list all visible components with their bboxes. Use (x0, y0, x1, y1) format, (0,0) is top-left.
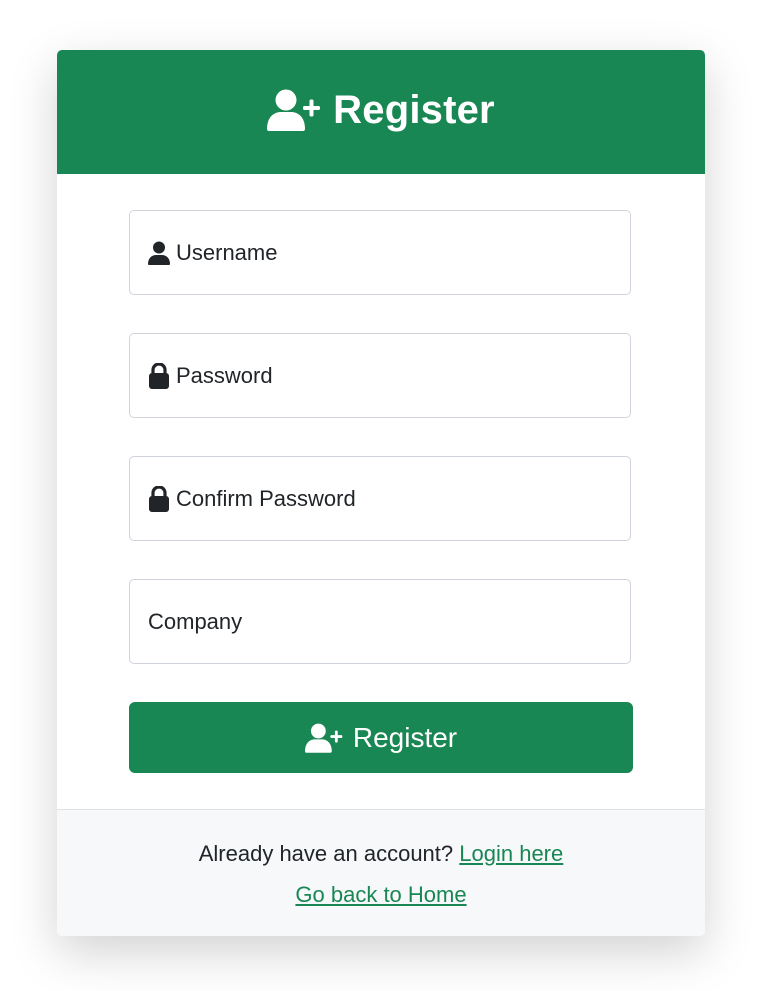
username-field[interactable]: Username (129, 210, 631, 295)
register-button[interactable]: Register (129, 702, 633, 773)
home-link-line: Go back to Home (57, 882, 705, 908)
home-link[interactable]: Go back to Home (295, 882, 466, 907)
page-title: Register (333, 87, 495, 132)
company-label: Company (148, 608, 243, 634)
header-title-group: Register (267, 88, 495, 133)
register-button-label: Register (352, 721, 458, 753)
login-prompt-text: Already have an account? (198, 841, 454, 866)
user-icon (148, 241, 170, 265)
confirm-password-label: Confirm Password (176, 485, 356, 511)
user-plus-icon (304, 723, 343, 753)
user-plus-icon (267, 89, 321, 131)
password-field[interactable]: Password (129, 333, 631, 418)
card-body: Username Password Confirm Password Compa… (57, 174, 705, 809)
username-label: Username (176, 239, 278, 265)
login-prompt-line: Already have an account? Login here (57, 841, 705, 867)
lock-icon (148, 362, 170, 389)
password-label: Password (176, 362, 273, 388)
password-placeholder: Password (148, 362, 273, 389)
company-placeholder: Company (148, 609, 242, 635)
username-placeholder: Username (148, 240, 277, 266)
card-header: Register (57, 50, 705, 174)
card-footer: Already have an account? Login here Go b… (57, 809, 705, 936)
register-card: Register Username Password Confirm Passw… (57, 50, 705, 936)
login-link[interactable]: Login here (459, 841, 563, 866)
confirm-password-field[interactable]: Confirm Password (129, 456, 631, 541)
company-field[interactable]: Company (129, 579, 631, 664)
confirm-password-placeholder: Confirm Password (148, 485, 356, 512)
lock-icon (148, 485, 170, 512)
